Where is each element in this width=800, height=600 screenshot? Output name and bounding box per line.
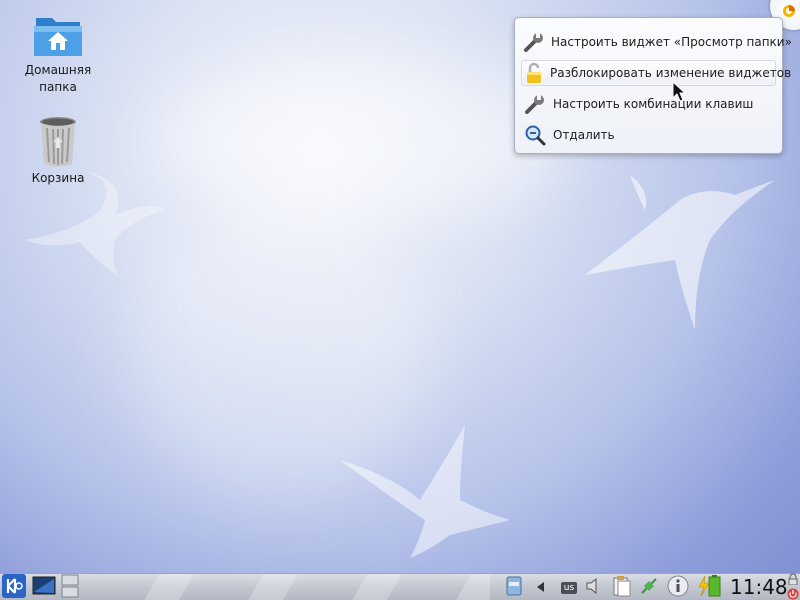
battery-button[interactable] [697,575,723,600]
menu-item-label: Отдалить [553,128,615,142]
keyboard-layout-label: us [560,581,578,594]
show-desktop-button[interactable] [32,575,56,600]
power-icon [787,588,799,600]
background-glow [150,60,570,220]
chevron-left-icon [537,581,545,595]
menu-item-configure-folderview[interactable]: Настроить виджет «Просмотр папки» [521,29,792,55]
speaker-icon [585,577,603,598]
cashew-icon [782,4,796,21]
mouse-cursor-icon [672,81,687,102]
unlock-icon [524,61,544,85]
menu-item-label: Настроить виджет «Просмотр папки» [551,35,792,49]
clipboard-icon [612,575,632,600]
device-notifier-button[interactable] [503,575,525,600]
desktop-context-menu: Настроить виджет «Просмотр папки» Разбло… [514,17,792,154]
pager-icon [61,574,79,600]
menu-item-label: Настроить комбинации клавиш [553,97,754,111]
trash-icon [31,116,85,168]
volume-button[interactable] [584,575,604,600]
battery-icon [697,574,723,600]
swallow-decoration [340,425,510,558]
network-icon [640,577,658,598]
info-button[interactable] [666,575,690,600]
home-folder-icon [31,12,85,60]
kickoff-launcher-button[interactable] [1,574,26,600]
keyboard-layout-indicator[interactable]: us [558,575,580,600]
desktop-icon-label: Корзина [31,171,85,185]
swallow-decoration [585,175,775,330]
kde-logo-icon [1,574,26,600]
panel-background-stripes [90,574,490,600]
menu-item-label: Разблокировать изменение виджетов [550,66,792,80]
desktop-icon-home[interactable]: Домашняя папка [18,12,98,96]
desktop-icon-trash[interactable]: Корзина [18,116,98,187]
menu-item-unlock-widgets[interactable]: Разблокировать изменение виджетов [521,60,791,86]
bottom-panel: us 11:48 [0,573,800,600]
lock-icon [787,573,799,588]
wrench-icon [523,92,547,116]
systray-expand-arrow[interactable] [535,575,547,600]
info-icon [667,575,689,600]
zoom-out-icon [523,123,547,147]
removable-device-icon [504,574,524,600]
wrench-icon [523,30,545,54]
menu-item-zoom-out[interactable]: Отдалить [521,122,776,148]
network-button[interactable] [638,575,660,600]
pager-widget[interactable] [61,574,79,600]
clipboard-button[interactable] [611,575,633,600]
lock-logout-widget[interactable] [786,573,800,600]
desktop-screen-icon [32,576,56,599]
desktop-icon-label: Домашняя [24,63,92,77]
digital-clock[interactable]: 11:48 [730,574,788,600]
desktop-icon-label: папка [39,80,77,94]
menu-item-configure-shortcuts[interactable]: Настроить комбинации клавиш [521,91,776,117]
